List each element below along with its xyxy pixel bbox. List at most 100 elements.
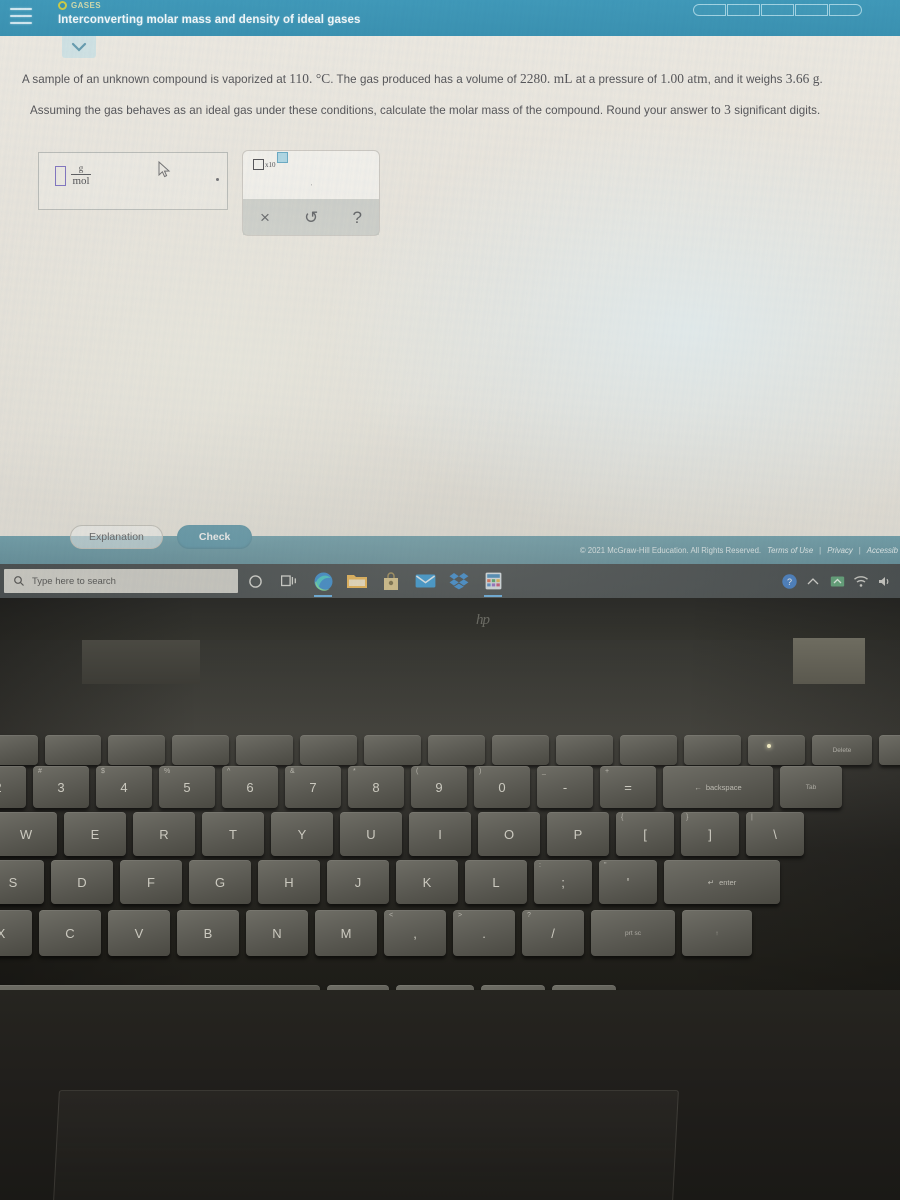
accessibility-link[interactable]: Accessib [867,546,898,555]
key-home[interactable]: Home [879,735,900,765]
key-f3[interactable] [172,735,229,765]
key-m[interactable]: M [315,910,377,956]
key-bracket-left[interactable]: { [ [616,812,674,856]
key-c[interactable]: C [39,910,101,956]
key-backslash[interactable]: | \ [746,812,804,856]
wifi-icon[interactable] [850,564,872,598]
key-tab-right[interactable]: Tab [780,766,842,808]
dropbox-icon[interactable] [442,564,476,598]
scientific-notation-button[interactable]: x10 [253,152,288,170]
key-3[interactable]: # 3 [33,766,89,808]
key-2[interactable]: @ 2 [0,766,26,808]
key-f8[interactable] [492,735,549,765]
key-s[interactable]: S [0,860,44,904]
key-h[interactable]: H [258,860,320,904]
key-i[interactable]: I [409,812,471,856]
hp-brand-logo: hp [476,612,490,628]
trackpad[interactable] [51,1090,679,1200]
key-f10[interactable] [620,735,677,765]
key-bracket-right-shift: } [686,814,689,821]
progress-segment [727,4,760,16]
answer-work-area[interactable]: g mol [38,152,228,210]
key-minus[interactable]: _ - [537,766,593,808]
store-bag-icon[interactable] [374,564,408,598]
edge-browser-icon[interactable] [306,564,340,598]
search-input[interactable]: Type here to search [4,569,238,593]
key-delete[interactable]: Delete [812,735,872,765]
key-w[interactable]: W [0,812,57,856]
key-r[interactable]: R [133,812,195,856]
key-n[interactable]: N [246,910,308,956]
key-backspace[interactable]: ← backspace [663,766,773,808]
power-led-indicator [767,744,771,748]
undo-button[interactable]: ↺ [304,209,318,226]
key-9[interactable]: ( 9 [411,766,467,808]
key-period[interactable]: > . [453,910,515,956]
explanation-button[interactable]: Explanation [70,525,163,549]
key-o[interactable]: O [478,812,540,856]
key-l[interactable]: L [465,860,527,904]
key-b[interactable]: B [177,910,239,956]
task-view-icon[interactable] [272,564,306,598]
file-explorer-icon[interactable] [340,564,374,598]
key-prtsc[interactable]: prt sc [591,910,675,956]
key-y[interactable]: Y [271,812,333,856]
key-x[interactable]: X [0,910,32,956]
key-8-label: 8 [372,779,380,795]
help-button[interactable]: ? [352,209,361,226]
key-g[interactable]: G [189,860,251,904]
key-t[interactable]: T [202,812,264,856]
collapse-panel-button[interactable] [62,36,96,58]
key-f6[interactable] [364,735,421,765]
key-esc[interactable] [0,735,38,765]
volume-icon[interactable] [874,564,896,598]
key-period-shift: > [458,912,463,919]
chevron-up-icon[interactable] [802,564,824,598]
clear-button[interactable]: × [260,209,270,226]
key-quote[interactable]: " ' [599,860,657,904]
key-5[interactable]: % 5 [159,766,215,808]
key-6-label: 6 [246,779,254,795]
key-semicolon[interactable]: : ; [534,860,592,904]
key-comma[interactable]: < , [384,910,446,956]
key-f11[interactable] [684,735,741,765]
key-slash[interactable]: ? / [522,910,584,956]
key-d[interactable]: D [51,860,113,904]
key-arrow-up[interactable]: ↑ [682,910,752,956]
cortana-icon[interactable] [238,564,272,598]
key-comma-shift: < [389,912,394,919]
key-u[interactable]: U [340,812,402,856]
check-button[interactable]: Check [176,525,253,549]
answer-input[interactable] [55,165,66,186]
key-p[interactable]: P [547,812,609,856]
key-f12[interactable] [748,735,805,765]
key-f4[interactable] [236,735,293,765]
key-e[interactable]: E [64,812,126,856]
key-bracket-right[interactable]: } ] [681,812,739,856]
key-0[interactable]: ) 0 [474,766,530,808]
key-8[interactable]: * 8 [348,766,404,808]
key-6[interactable]: ^ 6 [222,766,278,808]
key-f1[interactable] [45,735,101,765]
help-circle-icon[interactable]: ? [778,564,800,598]
terms-of-use-link[interactable]: Terms of Use [767,546,813,555]
hamburger-icon[interactable] [10,8,32,26]
key-f[interactable]: F [120,860,182,904]
onedrive-icon[interactable] [826,564,848,598]
key-f9[interactable] [556,735,613,765]
key-f7[interactable] [428,735,485,765]
key-f2[interactable] [108,735,165,765]
key-f5[interactable] [300,735,357,765]
key-7[interactable]: & 7 [285,766,341,808]
key-equals[interactable]: + = [600,766,656,808]
system-tray: ? [778,564,900,598]
key-4[interactable]: $ 4 [96,766,152,808]
privacy-link[interactable]: Privacy [827,546,853,555]
key-v[interactable]: V [108,910,170,956]
mail-icon[interactable] [408,564,442,598]
calculator-app-icon[interactable] [476,564,510,598]
key-enter[interactable]: ↵ enter [664,860,780,904]
key-k[interactable]: K [396,860,458,904]
app-header: GASES Interconverting molar mass and den… [0,0,900,36]
key-j[interactable]: J [327,860,389,904]
